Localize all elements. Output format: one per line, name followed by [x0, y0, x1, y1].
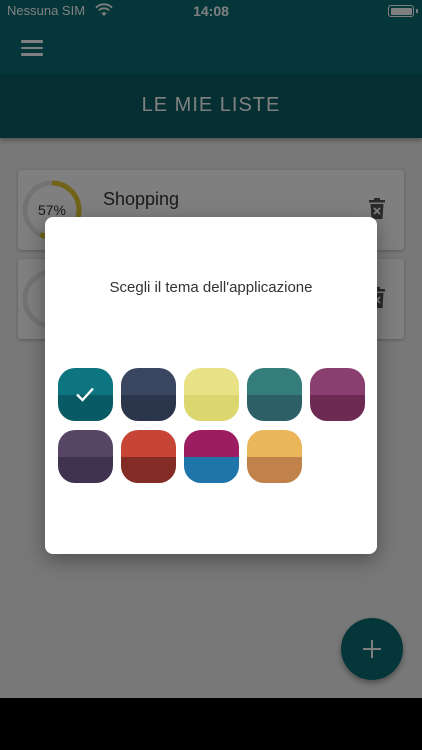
- theme-swatch[interactable]: [184, 368, 239, 421]
- theme-swatch[interactable]: [184, 430, 239, 483]
- theme-swatch[interactable]: [121, 430, 176, 483]
- theme-swatch[interactable]: [121, 368, 176, 421]
- bottom-bar: [0, 698, 422, 750]
- check-icon: [76, 387, 94, 402]
- app-screen: Nessuna SIM 14:08 LE MIE LISTE 57% Shopp…: [0, 0, 422, 698]
- theme-swatch[interactable]: [247, 368, 302, 421]
- theme-dialog: Scegli il tema dell'applicazione: [45, 217, 377, 554]
- theme-swatch[interactable]: [310, 368, 365, 421]
- theme-swatch[interactable]: [247, 430, 302, 483]
- theme-swatch[interactable]: [58, 368, 113, 421]
- dialog-prompt: Scegli il tema dell'applicazione: [109, 279, 313, 296]
- theme-swatch[interactable]: [58, 430, 113, 483]
